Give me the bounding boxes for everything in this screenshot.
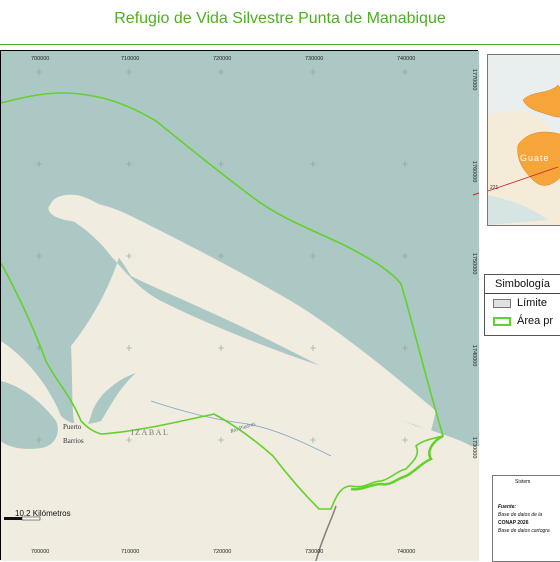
- legend-item-limite: Límite: [493, 296, 547, 310]
- inset-canvas: Guate 221: [488, 55, 560, 225]
- legend-item-area: Área pr: [493, 314, 553, 328]
- scale-label: 10.2 Kilómetros: [15, 509, 71, 518]
- inset-country-label: Guate: [520, 153, 550, 163]
- x-tick-label: 730000: [305, 56, 323, 62]
- y-tick-label: 1750000: [471, 253, 477, 274]
- legend-divider: [485, 293, 560, 294]
- x-tick-label-bottom: 710000: [121, 549, 139, 555]
- x-tick-label-bottom: 740000: [397, 549, 415, 555]
- info-cartography-line: Base de datos cartogra: [498, 528, 550, 534]
- legend-item-label: Límite: [517, 297, 547, 309]
- y-tick-label: 1760000: [471, 161, 477, 182]
- info-source-label: Fuente:: [498, 504, 517, 510]
- region-label-izabal: IZABAL: [131, 428, 169, 437]
- y-tick-label: 1740000: [471, 345, 477, 366]
- title-bar: Refugio de Vida Silvestre Punta de Manab…: [0, 0, 560, 46]
- locator-inset-map[interactable]: Guate 221: [487, 54, 560, 226]
- title-divider: [0, 44, 560, 45]
- place-label-puerto: Puerto: [63, 423, 82, 431]
- legend: Simbología Límite Área pr: [484, 274, 560, 336]
- y-tick-label: 1770000: [471, 69, 477, 90]
- legend-swatch-gray: [493, 298, 511, 308]
- x-tick-label: 710000: [121, 56, 139, 62]
- map-frame: 700000 710000 720000 730000 740000 70000…: [0, 50, 479, 561]
- info-source-line: Base de datos de la: [498, 512, 543, 518]
- x-tick-label: 700000: [31, 56, 49, 62]
- x-tick-label-bottom: 700000: [31, 549, 49, 555]
- map-title: Refugio de Vida Silvestre Punta de Manab…: [114, 10, 446, 27]
- place-label-barrios: Barrios: [63, 437, 84, 445]
- legend-swatch-green: [493, 316, 511, 326]
- info-system-label: Sistem: [515, 479, 531, 485]
- x-tick-label-bottom: 730000: [305, 549, 323, 555]
- info-box: Sistem Fuente: Base de datos de la CONAP…: [492, 475, 560, 562]
- x-tick-label: 720000: [213, 56, 231, 62]
- x-tick-label-bottom: 720000: [213, 549, 231, 555]
- info-conap-line: CONAP 2026: [498, 520, 529, 526]
- x-tick-label: 740000: [397, 56, 415, 62]
- legend-title: Simbología: [495, 278, 551, 290]
- legend-item-label: Área pr: [517, 315, 554, 327]
- map-canvas[interactable]: 700000 710000 720000 730000 740000 70000…: [1, 51, 479, 561]
- y-tick-label: 1730000: [471, 437, 477, 458]
